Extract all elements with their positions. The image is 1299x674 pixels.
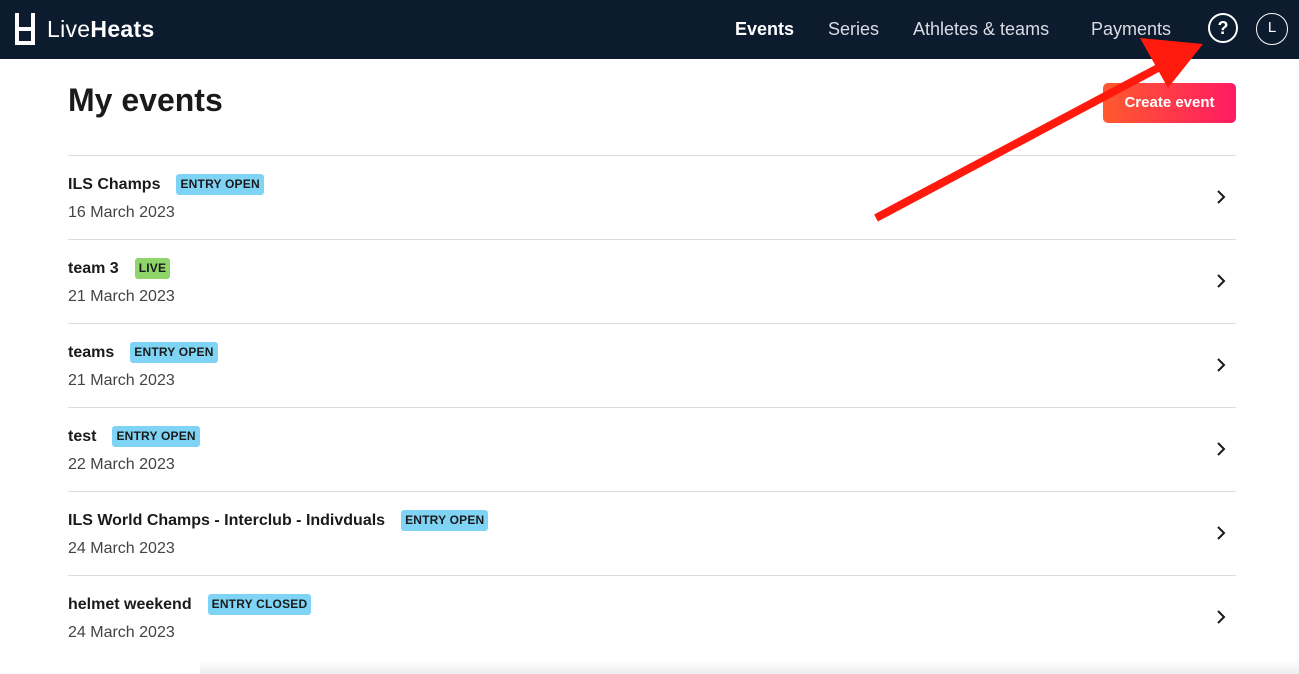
event-title-line: ILS World Champs - Interclub - Indivdual… bbox=[68, 510, 489, 531]
event-title-line: teams ENTRY OPEN bbox=[68, 342, 218, 363]
liveheats-logo-icon bbox=[15, 13, 35, 45]
event-row[interactable]: helmet weekend ENTRY CLOSED 24 March 2023 bbox=[68, 575, 1236, 659]
event-row[interactable]: ILS World Champs - Interclub - Indivdual… bbox=[68, 491, 1236, 575]
chevron-right-icon[interactable] bbox=[1214, 526, 1228, 540]
event-row[interactable]: ILS Champs ENTRY OPEN 16 March 2023 bbox=[68, 155, 1236, 239]
status-badge: ENTRY OPEN bbox=[401, 510, 489, 531]
event-date: 24 March 2023 bbox=[68, 624, 175, 641]
event-title-line: test ENTRY OPEN bbox=[68, 426, 200, 447]
chevron-right-icon[interactable] bbox=[1214, 274, 1228, 288]
event-name: ILS World Champs - Interclub - Indivdual… bbox=[68, 511, 386, 529]
liveheats-logo[interactable]: LiveHeats bbox=[14, 12, 155, 46]
event-name: test bbox=[68, 427, 97, 445]
event-title-line: ILS Champs ENTRY OPEN bbox=[68, 174, 264, 195]
event-name: ILS Champs bbox=[68, 175, 161, 193]
chevron-right-icon[interactable] bbox=[1214, 358, 1228, 372]
chevron-right-icon[interactable] bbox=[1214, 190, 1228, 204]
event-title-line: team 3 LIVE bbox=[68, 258, 171, 279]
status-badge: ENTRY OPEN bbox=[176, 174, 264, 195]
nav-events[interactable]: Events bbox=[735, 0, 794, 59]
event-row[interactable]: test ENTRY OPEN 22 March 2023 bbox=[68, 407, 1236, 491]
event-name: helmet weekend bbox=[68, 595, 192, 613]
event-title-line: helmet weekend ENTRY CLOSED bbox=[68, 594, 312, 615]
chevron-right-icon[interactable] bbox=[1214, 442, 1228, 456]
logo-text-bold: Heats bbox=[90, 15, 155, 42]
nav-athletes-teams[interactable]: Athletes & teams bbox=[913, 0, 1049, 59]
user-avatar-button[interactable]: L bbox=[1256, 13, 1288, 45]
event-date: 16 March 2023 bbox=[68, 204, 175, 221]
help-button[interactable]: ? bbox=[1208, 13, 1238, 43]
page-title: My events bbox=[68, 82, 223, 118]
status-badge: ENTRY OPEN bbox=[130, 342, 218, 363]
event-date: 21 March 2023 bbox=[68, 288, 175, 305]
avatar-initial: L bbox=[1267, 19, 1277, 36]
status-badge: ENTRY CLOSED bbox=[207, 594, 312, 615]
chevron-right-icon[interactable] bbox=[1214, 610, 1228, 624]
event-date: 24 March 2023 bbox=[68, 540, 175, 557]
nav-series[interactable]: Series bbox=[828, 0, 879, 59]
help-icon: ? bbox=[1217, 18, 1229, 38]
event-row[interactable]: teams ENTRY OPEN 21 March 2023 bbox=[68, 323, 1236, 407]
nav-payments[interactable]: Payments bbox=[1091, 0, 1171, 59]
event-date: 22 March 2023 bbox=[68, 456, 175, 473]
event-name: teams bbox=[68, 343, 115, 361]
logo-text: LiveHeats bbox=[47, 16, 155, 43]
status-badge: LIVE bbox=[134, 258, 171, 279]
status-badge: ENTRY OPEN bbox=[112, 426, 200, 447]
event-list: ILS Champs ENTRY OPEN 16 March 2023 team 3L… bbox=[68, 155, 1236, 659]
event-date: 21 March 2023 bbox=[68, 372, 175, 389]
top-navigation-bar: LiveHeats Events Series Athletes & teams… bbox=[0, 0, 1299, 59]
bottom-fade bbox=[200, 660, 1299, 674]
event-name: team 3 bbox=[68, 259, 119, 277]
create-event-button[interactable]: Create event bbox=[1103, 83, 1236, 123]
logo-text-light: Live bbox=[47, 15, 91, 42]
event-row[interactable]: team 3 LIVE 21 March 2023 bbox=[68, 239, 1236, 323]
